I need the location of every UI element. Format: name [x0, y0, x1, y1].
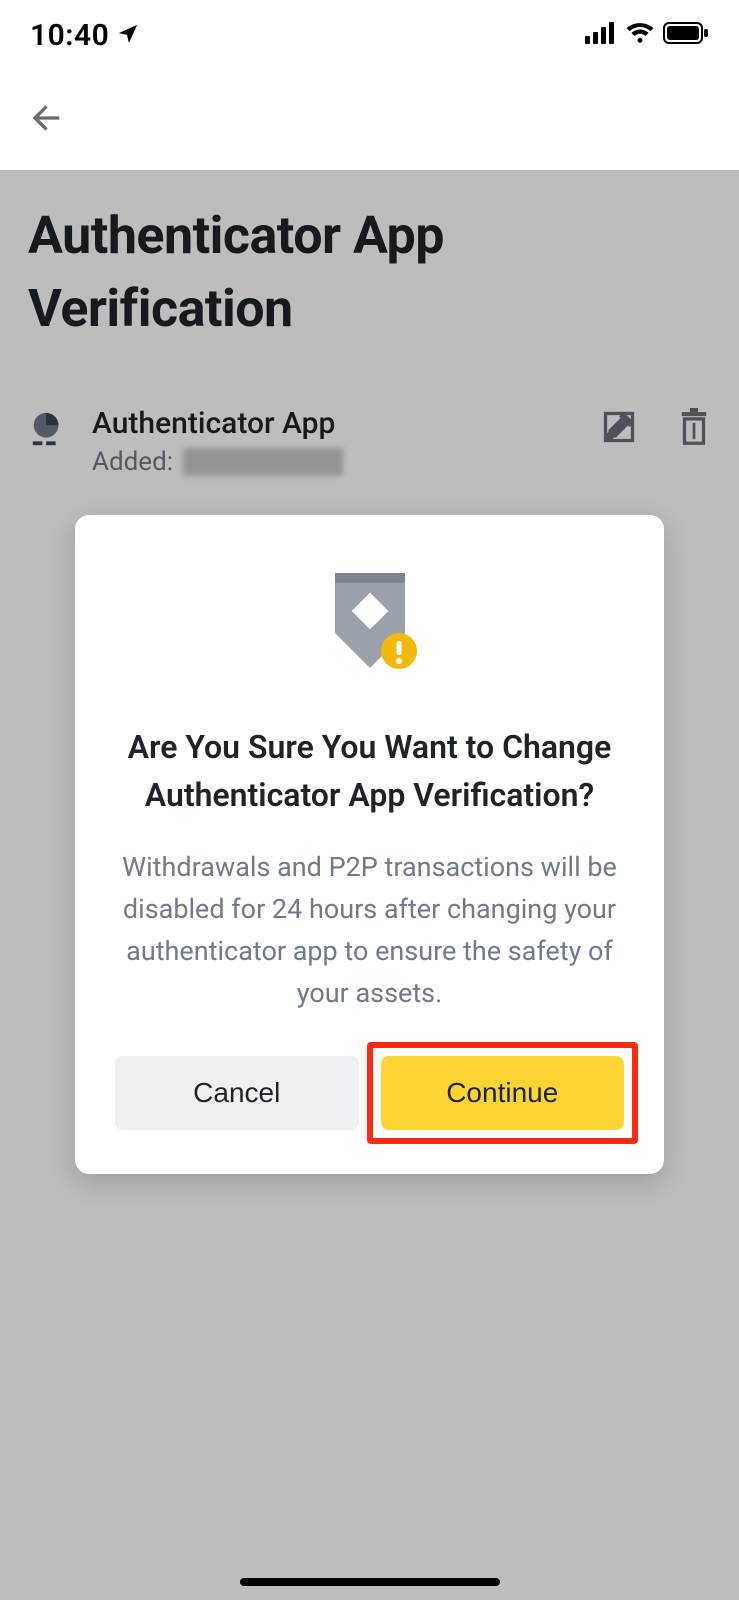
back-icon[interactable] — [26, 98, 66, 142]
modal-actions: Cancel Continue — [115, 1056, 624, 1130]
continue-highlight-box: Continue — [367, 1042, 639, 1144]
confirm-modal: Are You Sure You Want to Change Authenti… — [75, 515, 664, 1174]
shield-warning-icon — [115, 563, 624, 683]
battery-icon — [663, 22, 709, 48]
modal-title: Are You Sure You Want to Change Authenti… — [115, 723, 624, 819]
cancel-button[interactable]: Cancel — [115, 1056, 359, 1130]
status-time: 10:40 — [30, 18, 109, 53]
status-bar: 10:40 — [0, 0, 739, 70]
modal-body: Withdrawals and P2P transactions will be… — [115, 847, 624, 1014]
location-icon — [117, 18, 139, 53]
nav-bar — [0, 70, 739, 170]
home-indicator[interactable] — [240, 1578, 500, 1586]
continue-button[interactable]: Continue — [381, 1056, 625, 1130]
status-time-group: 10:40 — [30, 18, 139, 53]
wifi-icon — [625, 22, 655, 48]
cellular-icon — [585, 22, 617, 48]
status-icons — [585, 22, 709, 48]
